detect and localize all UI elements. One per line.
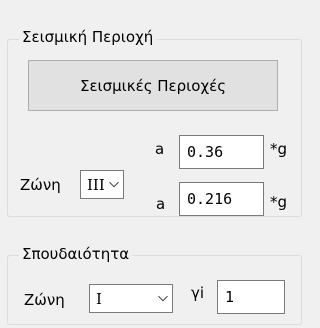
gamma-label: γi — [191, 284, 205, 302]
unit-label-1: *g — [270, 140, 288, 158]
acceleration-value-1: 0.36 — [187, 143, 224, 161]
chevron-down-icon — [109, 181, 119, 187]
gamma-value: 1 — [225, 288, 235, 306]
seismic-region-title: Σεισμική Περιοχή — [19, 28, 157, 46]
acceleration-label-1: a — [155, 140, 165, 158]
seismic-regions-button[interactable]: Σεισμικές Περιοχές — [28, 60, 278, 111]
seismic-zone-label: Ζώνη — [20, 176, 61, 194]
importance-zone-value: I — [96, 289, 102, 308]
acceleration-value-2: 0.216 — [187, 190, 233, 208]
unit-label-2: *g — [270, 193, 288, 211]
gamma-input[interactable]: 1 — [217, 280, 285, 314]
importance-zone-label: Ζώνη — [24, 291, 65, 309]
acceleration-input-2[interactable]: 0.216 — [179, 182, 264, 216]
acceleration-label-2: a — [156, 195, 166, 213]
seismic-zone-value: III — [87, 175, 105, 194]
acceleration-input-1[interactable]: 0.36 — [179, 135, 264, 169]
importance-title: Σπουδαιότητα — [19, 245, 133, 263]
importance-zone-select[interactable]: I — [89, 284, 173, 313]
chevron-down-icon — [158, 295, 168, 301]
seismic-zone-select[interactable]: III — [80, 170, 124, 199]
seismic-regions-button-label: Σεισμικές Περιοχές — [79, 76, 227, 95]
